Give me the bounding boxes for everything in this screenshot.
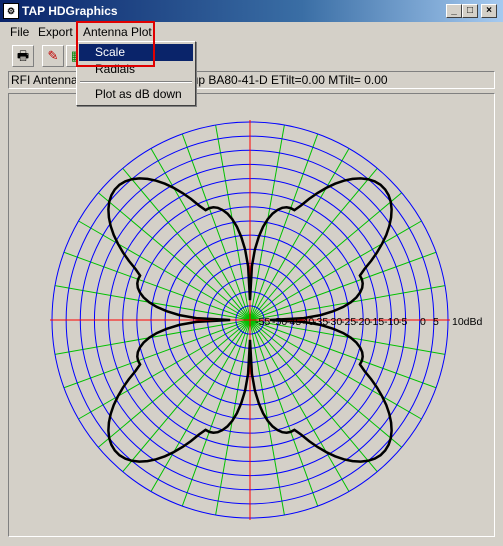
scale-label: -15 [369, 316, 384, 328]
scale-label: 0 [420, 316, 426, 328]
menu-item-plot-db-down[interactable]: Plot as dB down [79, 86, 193, 103]
scale-label: 10dBd [452, 316, 483, 328]
scale-label: -55 [255, 316, 270, 328]
menu-separator [80, 81, 192, 83]
scale-label: -5 [398, 316, 407, 328]
scale-label: 5 [433, 316, 439, 328]
red-highlight-box [76, 21, 155, 67]
